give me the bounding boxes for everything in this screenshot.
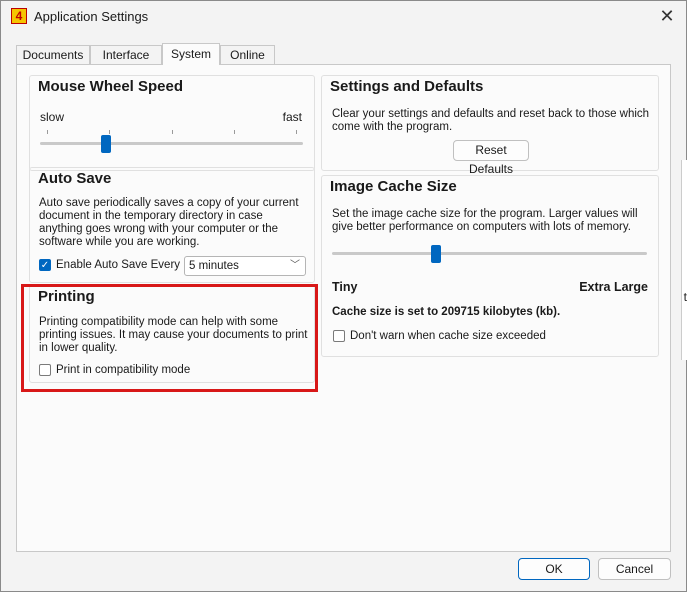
close-button[interactable]: ✕ — [656, 5, 678, 27]
image-cache-title: Image Cache Size — [330, 178, 457, 195]
mouse-wheel-slider-thumb[interactable] — [100, 135, 111, 153]
auto-save-interval-select[interactable]: 5 minutes ﹀ — [184, 256, 306, 276]
settings-defaults-group: Settings and Defaults Clear your setting… — [321, 75, 659, 176]
image-cache-description: Set the image cache size for the program… — [332, 208, 638, 233]
settings-defaults-title: Settings and Defaults — [330, 78, 484, 95]
auto-save-checkbox[interactable]: ✓ — [39, 259, 51, 271]
image-cache-group: Image Cache Size Set the image cache siz… — [321, 175, 659, 357]
cache-max-label: Extra Large — [579, 280, 648, 294]
tab-online[interactable]: Online — [220, 45, 275, 64]
tab-documents[interactable]: Documents — [16, 45, 90, 64]
checkmark-icon: ✓ — [40, 260, 50, 271]
mouse-wheel-slider-track[interactable] — [40, 142, 303, 145]
slider-tick — [47, 130, 48, 134]
slider-min-label: slow — [40, 110, 65, 124]
app-logo-icon: 4 — [11, 8, 27, 24]
window-title: Application Settings — [34, 9, 149, 24]
image-cache-slider-track[interactable] — [332, 252, 647, 255]
slider-max-label: fast — [282, 110, 302, 124]
printing-group: Printing Printing compatibility mode can… — [29, 285, 315, 383]
system-tab-panel: Mouse Wheel Speed slow fast Auto Save Au… — [16, 64, 671, 552]
tab-system[interactable]: System — [162, 43, 220, 65]
background-app-text: t — [683, 290, 687, 304]
print-compatibility-label: Print in compatibility mode — [56, 364, 191, 376]
cache-warning-label: Don't warn when cache size exceeded — [350, 330, 546, 342]
cache-size-status: Cache size is set to 209715 kilobytes (k… — [332, 306, 561, 318]
cancel-button[interactable]: Cancel — [598, 558, 671, 580]
background-app-right-edge — [681, 160, 687, 360]
settings-dialog: 4 Application Settings ✕ Documents Inter… — [0, 0, 687, 592]
tab-interface[interactable]: Interface — [90, 45, 162, 64]
image-cache-slider-thumb[interactable] — [430, 245, 441, 263]
auto-save-title: Auto Save — [38, 170, 112, 187]
auto-save-interval-value: 5 minutes — [189, 260, 239, 272]
slider-tick — [109, 130, 110, 134]
auto-save-group: Auto Save Auto save periodically saves a… — [29, 167, 315, 283]
mouse-wheel-title: Mouse Wheel Speed — [38, 78, 184, 95]
printing-description: Printing compatibility mode can help wit… — [39, 316, 308, 354]
auto-save-description: Auto save periodically saves a copy of y… — [39, 197, 299, 248]
close-icon: ✕ — [659, 6, 675, 26]
chevron-down-icon: ﹀ — [290, 260, 300, 271]
printing-title: Printing — [38, 288, 95, 305]
ok-button[interactable]: OK — [518, 558, 590, 580]
title-bar: 4 Application Settings ✕ — [1, 1, 686, 33]
slider-tick — [172, 130, 173, 134]
slider-tick — [234, 130, 235, 134]
mouse-wheel-group: Mouse Wheel Speed slow fast — [29, 75, 315, 171]
cache-warning-checkbox[interactable] — [333, 330, 345, 342]
slider-tick — [296, 130, 297, 134]
print-compatibility-checkbox[interactable] — [39, 364, 51, 376]
reset-defaults-button[interactable]: Reset Defaults — [453, 140, 529, 176]
cache-min-label: Tiny — [332, 280, 358, 294]
auto-save-checkbox-label: Enable Auto Save Every — [56, 259, 181, 271]
settings-defaults-description: Clear your settings and defaults and res… — [332, 108, 650, 133]
